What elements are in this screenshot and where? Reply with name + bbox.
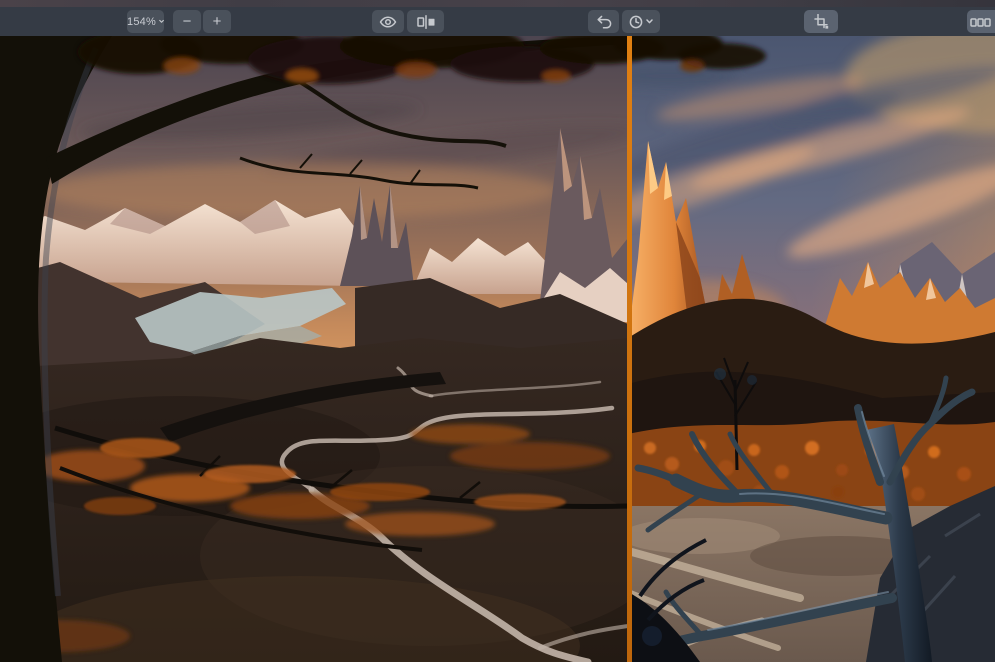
window-top-strip <box>0 0 995 7</box>
crop-button[interactable] <box>804 10 838 33</box>
clock-icon <box>629 15 643 28</box>
compare-split-button[interactable] <box>407 10 444 33</box>
photo-editor-window: 154% − + <box>0 0 995 662</box>
undo-arrow-icon <box>596 15 611 29</box>
photo-after-half <box>628 36 995 662</box>
edit-toolbar: 154% − + <box>0 7 995 36</box>
split-compare-icon <box>416 14 434 29</box>
plus-icon: + <box>212 13 222 30</box>
zoom-level-value: 154% <box>127 15 156 28</box>
crop-icon <box>814 14 829 29</box>
minus-icon: − <box>182 13 192 30</box>
zoom-out-button[interactable]: − <box>173 10 201 33</box>
chevron-down-icon <box>159 19 164 23</box>
sliders-icon <box>970 17 991 27</box>
show-original-button[interactable] <box>372 10 404 33</box>
eye-icon <box>379 15 397 28</box>
chevron-down-icon <box>646 19 653 24</box>
undo-button[interactable] <box>588 10 619 33</box>
compare-divider-handle[interactable] <box>627 36 632 662</box>
zoom-level-dropdown[interactable]: 154% <box>127 10 164 33</box>
photo-canvas[interactable] <box>0 36 995 662</box>
zoom-in-button[interactable]: + <box>203 10 231 33</box>
photo-before-half <box>0 36 628 662</box>
adjust-button[interactable] <box>967 10 995 33</box>
history-button[interactable] <box>622 10 660 33</box>
